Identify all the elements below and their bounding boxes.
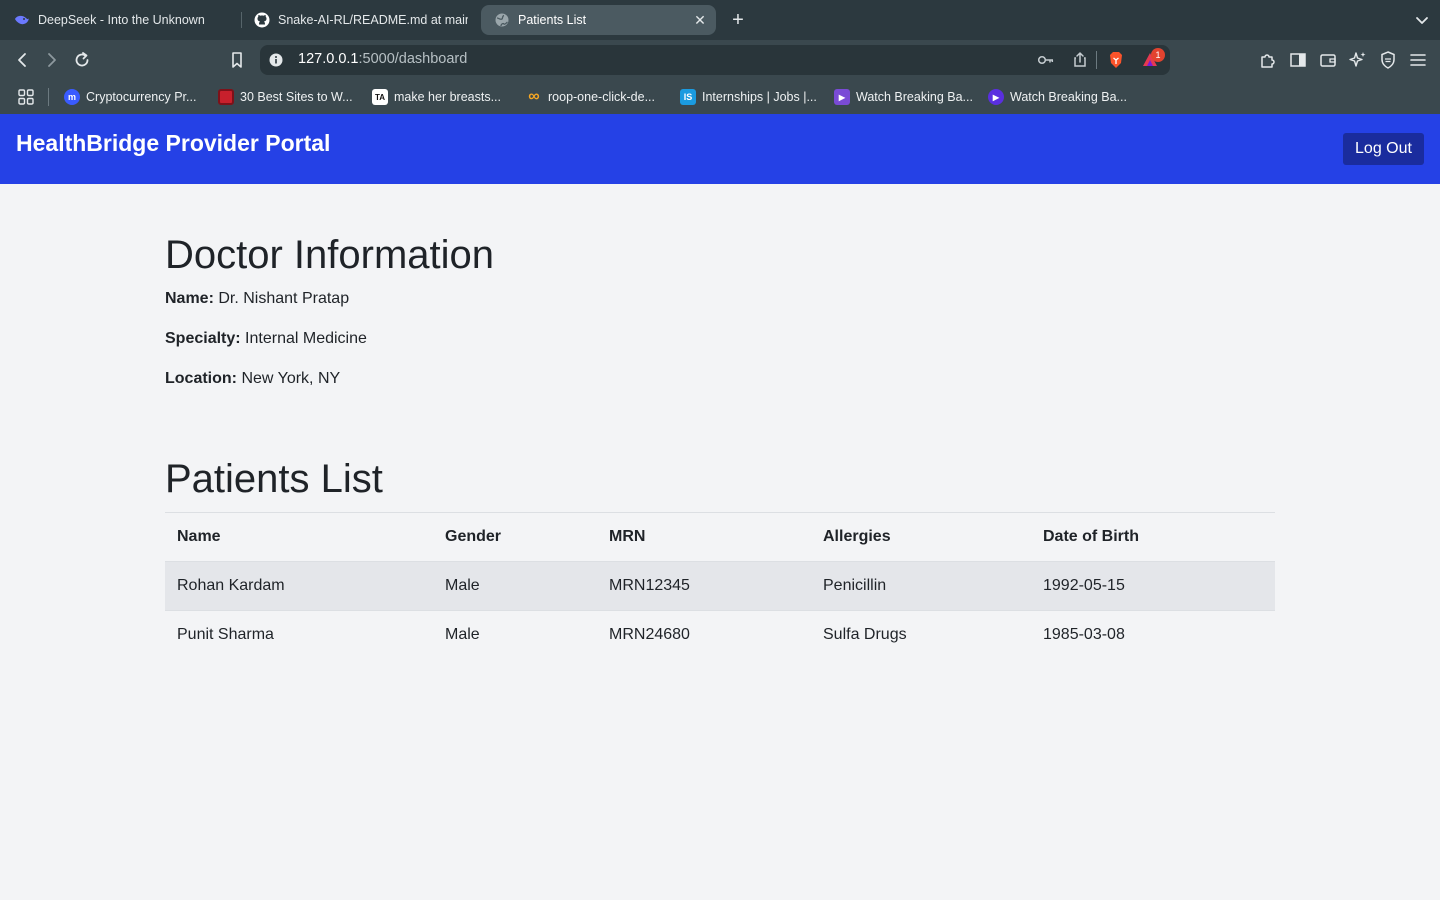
patient-mrn-cell: MRN12345 [597,561,811,611]
reload-icon[interactable] [71,49,93,71]
film-icon: ▶ [834,89,850,105]
bookmark-item[interactable]: IS Internships | Jobs |... [680,88,817,106]
notification-badge: 1 [1151,48,1165,62]
doctor-location-value: New York, NY [241,370,341,387]
patients-list-heading: Patients List [165,457,383,501]
internshala-icon: IS [680,89,696,105]
toolbar-divider [1096,51,1097,69]
tab-deepseek[interactable]: DeepSeek - Into the Unknown [14,5,228,35]
patient-name-cell: Rohan Kardam [165,561,433,611]
address-bar-url[interactable]: 127.0.0.1:5000/dashboard [298,51,467,67]
back-icon[interactable] [11,49,33,71]
app-title: HealthBridge Provider Portal [16,130,331,156]
bookmark-icon[interactable] [226,49,248,71]
bookmark-label: roop-one-click-de... [548,90,655,104]
doctor-specialty-label: Specialty: [165,330,241,347]
url-path: :5000/dashboard [358,51,468,67]
bookmark-label: 30 Best Sites to W... [240,90,353,104]
github-icon [254,12,270,28]
doctor-specialty-value: Internal Medicine [245,330,367,347]
new-tab-button[interactable]: + [728,8,748,32]
tab-title: Patients List [518,13,587,27]
apps-grid-icon[interactable] [15,86,37,108]
infinity-icon: ∞ [528,88,540,105]
column-header-dob: Date of Birth [1031,512,1275,562]
bookmarks-divider [48,88,49,106]
bookmark-label: Watch Breaking Ba... [1010,90,1127,104]
bookmark-label: make her breasts... [394,90,501,104]
browser-tab-strip: DeepSeek - Into the Unknown Snake-AI-RL/… [0,0,1440,40]
doctor-info-heading: Doctor Information [165,233,495,277]
table-row: Rohan Kardam Male MRN12345 Penicillin 19… [165,561,1275,611]
column-header-gender: Gender [433,512,597,562]
doctor-location-label: Location: [165,370,237,387]
bookmark-label: Internships | Jobs |... [702,90,817,104]
deepseek-whale-icon [14,12,30,28]
chevron-down-icon[interactable] [1412,10,1432,30]
bookmark-item[interactable]: TA make her breasts... [372,88,501,106]
table-row: Punit Sharma Male MRN24680 Sulfa Drugs 1… [165,611,1275,660]
patient-dob-cell: 1992-05-15 [1031,561,1275,611]
patient-gender-cell: Male [445,626,480,644]
bookmark-item[interactable]: 30 Best Sites to W... [218,88,353,106]
key-icon[interactable] [1035,49,1057,71]
tab-divider [241,12,242,28]
doctor-location-row: Location: New York, NY [165,370,340,388]
bookmark-label: Watch Breaking Ba... [856,90,973,104]
doctor-specialty-row: Specialty: Internal Medicine [165,330,367,348]
bookmark-item[interactable]: m Cryptocurrency Pr... [64,88,196,106]
bookmark-item[interactable]: ∞ roop-one-click-de... [526,88,655,106]
sidebar-toggle-icon[interactable] [1287,49,1309,71]
menu-icon[interactable] [1407,49,1429,71]
leo-ai-icon[interactable] [1347,49,1369,71]
table-header-row: Name Gender MRN Allergies Date of Birth [165,512,1275,562]
patient-name-cell: Punit Sharma [177,626,274,644]
share-icon[interactable] [1069,49,1091,71]
column-header-name: Name [165,512,433,562]
coinmarketcap-icon: m [64,89,80,105]
extensions-puzzle-icon[interactable] [1257,49,1279,71]
doctor-name-label: Name: [165,290,214,307]
logout-button[interactable]: Log Out [1343,133,1424,165]
url-host: 127.0.0.1 [298,51,359,67]
patient-allergies-cell: Sulfa Drugs [823,626,907,644]
patient-allergies-cell: Penicillin [811,561,1031,611]
wallet-icon[interactable] [1317,49,1339,71]
vpn-shield-icon[interactable] [1377,49,1399,71]
bookmark-label: Cryptocurrency Pr... [86,90,197,104]
doctor-name-value: Dr. Nishant Pratap [218,290,350,307]
tab-title: Snake-AI-RL/README.md at main [278,13,468,27]
column-header-allergies: Allergies [811,512,1031,562]
patient-gender-cell: Male [433,561,597,611]
tab-github-readme[interactable]: Snake-AI-RL/README.md at main [254,5,468,35]
tab-patients-list[interactable]: Patients List ✕ [481,5,716,35]
bookmark-item[interactable]: ▶ Watch Breaking Ba... [834,88,973,106]
ta-icon: TA [372,89,388,105]
patients-table: Name Gender MRN Allergies Date of Birth … [165,512,1275,660]
forward-icon[interactable] [41,49,63,71]
close-tab-icon[interactable]: ✕ [692,12,708,29]
red-square-icon [218,89,234,105]
patient-dob-cell: 1985-03-08 [1043,626,1125,644]
column-header-mrn: MRN [597,512,811,562]
play-circle-icon: ▶ [988,89,1004,105]
doctor-name-row: Name: Dr. Nishant Pratap [165,290,349,308]
bookmark-item[interactable]: ▶ Watch Breaking Ba... [988,88,1127,106]
globe-icon [494,12,510,28]
site-info-icon[interactable] [268,52,284,68]
tab-title: DeepSeek - Into the Unknown [38,13,205,27]
patient-mrn-cell: MRN24680 [609,626,690,644]
brave-shields-icon[interactable] [1105,49,1127,71]
